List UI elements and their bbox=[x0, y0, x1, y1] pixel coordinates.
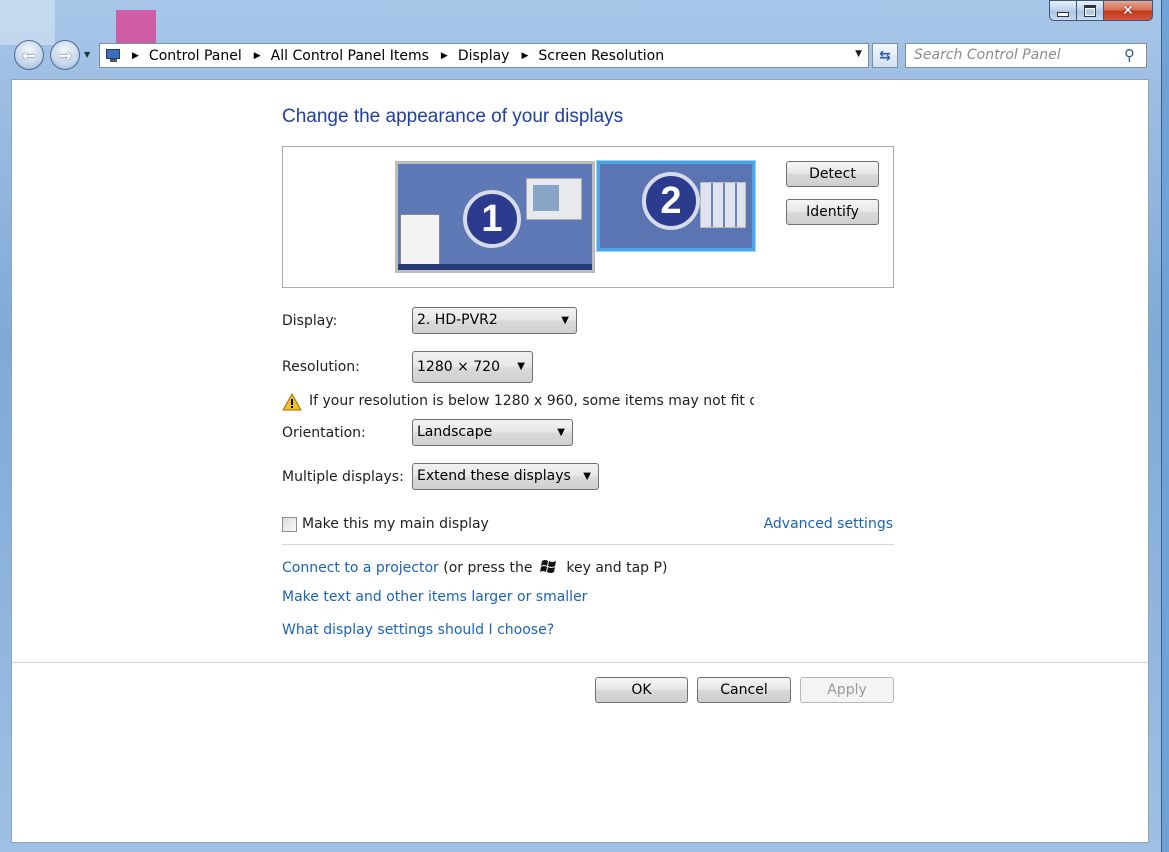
windows-logo-icon bbox=[539, 560, 556, 573]
projector-row: Connect to a projector (or press the key… bbox=[282, 558, 667, 576]
breadcrumb-control-panel[interactable]: Control Panel bbox=[149, 48, 242, 64]
projector-hint-pre: (or press the bbox=[443, 560, 533, 576]
multiple-displays-select[interactable]: Extend these displays ▼ bbox=[412, 463, 599, 490]
chevron-down-icon: ▼ bbox=[583, 471, 591, 482]
forward-arrow-icon: → bbox=[58, 45, 72, 65]
warning-icon bbox=[282, 393, 302, 411]
footer-divider bbox=[12, 662, 1148, 663]
address-bar[interactable]: ▶ Control Panel ▶ All Control Panel Item… bbox=[99, 43, 869, 68]
close-icon: ✕ bbox=[1122, 2, 1134, 19]
chevron-down-icon: ▼ bbox=[517, 361, 525, 372]
minimize-icon bbox=[1057, 12, 1069, 17]
multiple-displays-label: Multiple displays: bbox=[282, 469, 404, 485]
forward-button[interactable]: → bbox=[50, 40, 80, 70]
monitor-2[interactable]: 2 bbox=[597, 161, 755, 251]
desktop-glimpse bbox=[0, 0, 55, 45]
resolution-value: 1280 × 720 bbox=[417, 359, 500, 375]
recent-pages-dropdown-icon[interactable]: ▼ bbox=[84, 50, 90, 59]
orientation-value: Landscape bbox=[417, 424, 493, 440]
refresh-icon: ⇆ bbox=[879, 47, 891, 64]
breadcrumb-chevron-icon[interactable]: ▶ bbox=[254, 51, 261, 61]
breadcrumb-chevron-icon[interactable]: ▶ bbox=[521, 51, 528, 61]
monitor-window-graphic bbox=[526, 178, 582, 220]
divider bbox=[282, 544, 894, 545]
breadcrumb-screen-resolution[interactable]: Screen Resolution bbox=[538, 48, 664, 64]
maximize-icon bbox=[1084, 4, 1096, 17]
apply-button[interactable]: Apply bbox=[800, 677, 894, 703]
monitor-start-menu-graphic bbox=[400, 214, 440, 266]
multiple-displays-value: Extend these displays bbox=[417, 468, 571, 484]
advanced-settings-link[interactable]: Advanced settings bbox=[764, 516, 893, 532]
page-title: Change the appearance of your displays bbox=[282, 106, 624, 127]
ok-button[interactable]: OK bbox=[595, 677, 688, 703]
monitor-2-number: 2 bbox=[642, 172, 700, 230]
search-icon[interactable]: ⚲ bbox=[1124, 46, 1154, 64]
breadcrumb-display[interactable]: Display bbox=[458, 48, 510, 64]
cancel-button[interactable]: Cancel bbox=[697, 677, 791, 703]
resolution-warning-text: If your resolution is below 1280 x 960, … bbox=[309, 393, 754, 409]
chevron-down-icon: ▼ bbox=[561, 315, 569, 326]
search-input[interactable]: Search Control Panel bbox=[905, 43, 1147, 68]
main-content: Change the appearance of your displays 1… bbox=[11, 79, 1149, 843]
monitor-taskbar-graphic bbox=[398, 264, 592, 270]
projector-hint-post: key and tap P) bbox=[566, 560, 668, 576]
minimize-button[interactable] bbox=[1049, 0, 1077, 21]
identify-button[interactable]: Identify bbox=[786, 199, 879, 225]
address-dropdown-icon[interactable]: ▼ bbox=[855, 49, 862, 59]
chevron-down-icon: ▼ bbox=[557, 427, 565, 438]
monitor-1-number: 1 bbox=[463, 190, 521, 248]
display-label: Display: bbox=[282, 313, 338, 329]
control-panel-icon bbox=[104, 48, 122, 63]
orientation-select[interactable]: Landscape ▼ bbox=[412, 419, 573, 446]
breadcrumb: ▶ Control Panel ▶ All Control Panel Item… bbox=[132, 48, 676, 64]
display-value: 2. HD-PVR2 bbox=[417, 312, 498, 328]
text-size-link[interactable]: Make text and other items larger or smal… bbox=[282, 589, 587, 605]
desktop-glimpse-pink bbox=[116, 10, 156, 46]
display-select[interactable]: 2. HD-PVR2 ▼ bbox=[412, 307, 577, 334]
maximize-button[interactable] bbox=[1077, 0, 1104, 21]
resolution-select[interactable]: 1280 × 720 ▼ bbox=[412, 351, 533, 383]
back-arrow-icon: ← bbox=[22, 45, 36, 65]
display-help-link[interactable]: What display settings should I choose? bbox=[282, 622, 554, 638]
breadcrumb-chevron-icon[interactable]: ▶ bbox=[441, 51, 448, 61]
refresh-button[interactable]: ⇆ bbox=[872, 43, 898, 68]
main-display-checkbox[interactable] bbox=[282, 517, 297, 532]
monitor-calendar-graphic bbox=[700, 182, 746, 228]
caption-buttons: ✕ bbox=[1049, 0, 1153, 21]
back-button[interactable]: ← bbox=[14, 40, 44, 70]
display-arrangement-preview: 1 2 Detect Identify bbox=[282, 146, 894, 288]
close-button[interactable]: ✕ bbox=[1104, 0, 1153, 21]
monitor-1[interactable]: 1 bbox=[395, 161, 595, 273]
orientation-label: Orientation: bbox=[282, 425, 366, 441]
breadcrumb-chevron-icon[interactable]: ▶ bbox=[132, 51, 139, 61]
main-display-label[interactable]: Make this my main display bbox=[302, 516, 489, 532]
connect-projector-link[interactable]: Connect to a projector bbox=[282, 560, 439, 576]
breadcrumb-all-items[interactable]: All Control Panel Items bbox=[271, 48, 429, 64]
resolution-label: Resolution: bbox=[282, 359, 360, 375]
detect-button[interactable]: Detect bbox=[786, 161, 879, 187]
window-frame: ✕ ← → ▼ ▶ Control Panel ▶ All Control Pa… bbox=[0, 0, 1162, 852]
